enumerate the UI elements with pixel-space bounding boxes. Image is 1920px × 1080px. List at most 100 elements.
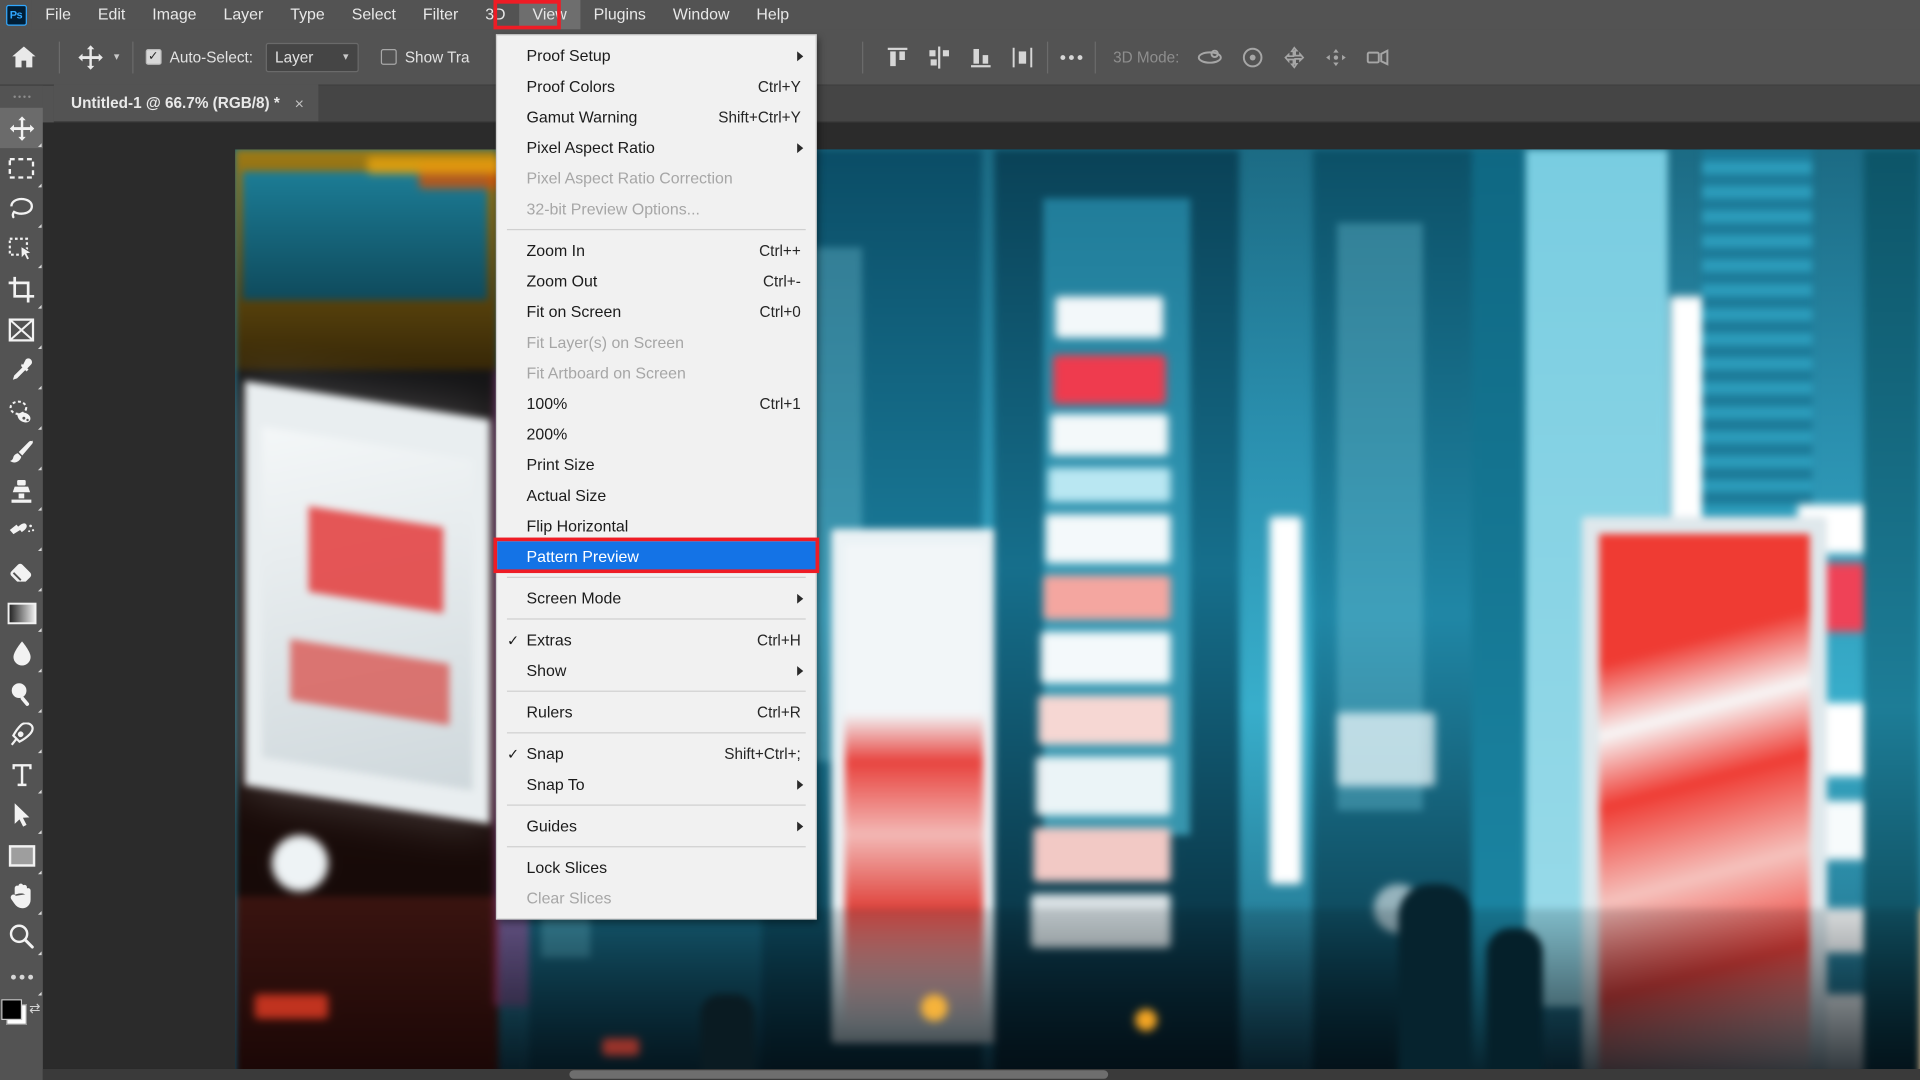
menu-item-shortcut: Shift+Ctrl+;	[724, 745, 801, 763]
type-tool[interactable]	[0, 754, 43, 794]
path-selection-tool[interactable]	[0, 795, 43, 835]
align-top-edges-icon[interactable]	[885, 45, 909, 69]
menu-edit[interactable]: Edit	[84, 0, 138, 29]
menu-item-proof-colors[interactable]: Proof Colors Ctrl+Y	[497, 71, 815, 102]
horizontal-scrollbar-thumb[interactable]	[569, 1070, 1109, 1079]
swap-colors-icon[interactable]: ⇄	[29, 1000, 40, 1017]
toolbar-drag-handle[interactable]	[0, 86, 43, 108]
slide-3d-icon[interactable]	[1324, 46, 1348, 68]
menu-item-guides[interactable]: Guides	[497, 811, 815, 842]
menu-3d[interactable]: 3D	[472, 0, 519, 29]
document-tab[interactable]: Untitled-1 @ 66.7% (RGB/8) * ×	[53, 84, 319, 122]
blur-tool[interactable]	[0, 633, 43, 673]
menu-item-lock-slices[interactable]: Lock Slices	[497, 852, 815, 883]
menu-item-snap[interactable]: ✓ Snap Shift+Ctrl+;	[497, 738, 815, 769]
menu-type[interactable]: Type	[277, 0, 338, 29]
menu-item-pixel-aspect-ratio[interactable]: Pixel Aspect Ratio	[497, 132, 815, 163]
edit-toolbar-tool[interactable]	[0, 956, 43, 996]
rectangular-marquee-tool[interactable]	[0, 148, 43, 188]
menu-help[interactable]: Help	[743, 0, 803, 29]
dodge-tool[interactable]	[0, 673, 43, 713]
align-bottom-edges-icon[interactable]	[969, 45, 993, 69]
menu-item-label: Pixel Aspect Ratio Correction	[526, 168, 733, 188]
menu-image[interactable]: Image	[139, 0, 210, 29]
menu-item-pattern-preview[interactable]: Pattern Preview	[497, 541, 816, 572]
clone-stamp-tool[interactable]	[0, 471, 43, 511]
menu-window[interactable]: Window	[659, 0, 743, 29]
document-canvas[interactable]	[235, 149, 1920, 1080]
menu-plugins[interactable]: Plugins	[580, 0, 659, 29]
menu-item-label: 100%	[526, 394, 568, 413]
brush-tool[interactable]	[0, 431, 43, 471]
menu-item-shortcut: Ctrl+0	[759, 303, 801, 321]
close-icon[interactable]: ×	[295, 95, 304, 111]
home-icon[interactable]	[0, 45, 47, 68]
menu-item-screen-mode[interactable]: Screen Mode	[497, 583, 815, 614]
menu-item-label: Show	[526, 661, 567, 680]
eraser-tool[interactable]	[0, 552, 43, 592]
menu-item-label: Flip Horizontal	[526, 516, 629, 536]
lasso-tool[interactable]	[0, 189, 43, 229]
foreground-color-swatch[interactable]	[1, 999, 23, 1021]
menu-item-gamut-warning[interactable]: Gamut Warning Shift+Ctrl+Y	[497, 102, 815, 133]
pan-3d-icon[interactable]	[1282, 45, 1306, 68]
color-swatches[interactable]: ⇄	[0, 997, 43, 1046]
options-bar: ▾ ✓ Auto-Select: Layer ▾ ✓ Show Tra 3D M…	[0, 29, 1920, 86]
menu-item-fit-on-screen[interactable]: Fit on Screen Ctrl+0	[497, 296, 815, 327]
menu-item-rulers[interactable]: Rulers Ctrl+R	[497, 697, 815, 728]
horizontal-scrollbar[interactable]	[42, 1068, 1920, 1080]
menu-layer[interactable]: Layer	[210, 0, 277, 29]
canvas-work-area[interactable]	[42, 122, 1920, 1080]
hand-tool[interactable]	[0, 876, 43, 916]
menu-item-flip-horizontal[interactable]: Flip Horizontal	[497, 511, 815, 542]
auto-select-checkbox[interactable]: ✓	[145, 48, 162, 65]
menu-item-fit-artboard-on-screen: Fit Artboard on Screen	[497, 358, 815, 389]
menu-item-label: Guides	[526, 816, 577, 836]
menu-item-proof-setup[interactable]: Proof Setup	[497, 40, 815, 71]
view-dropdown-menu[interactable]: Proof Setup Proof Colors Ctrl+Y Gamut Wa…	[493, 34, 820, 920]
submenu-arrow-icon	[797, 142, 804, 153]
rectangle-tool[interactable]	[0, 835, 43, 875]
menu-item-snap-to[interactable]: Snap To	[497, 769, 815, 800]
pen-tool[interactable]	[0, 714, 43, 754]
more-options-icon[interactable]	[1060, 54, 1083, 60]
menu-item-32-bit-preview-options: 32-bit Preview Options...	[497, 193, 815, 224]
menu-item-zoom-in[interactable]: Zoom In Ctrl++	[497, 235, 815, 266]
menu-item-label: Gamut Warning	[526, 107, 638, 127]
menu-item-show[interactable]: Show	[497, 655, 815, 686]
menu-item-actual-size[interactable]: Actual Size	[497, 480, 815, 511]
show-transform-checkbox[interactable]: ✓	[380, 48, 397, 65]
menu-item-100-percent[interactable]: 100% Ctrl+1	[497, 388, 815, 419]
move-tool-icon[interactable]	[72, 44, 109, 70]
distribute-icon[interactable]	[1010, 45, 1034, 69]
menu-item-print-size[interactable]: Print Size	[497, 449, 815, 480]
roll-3d-icon[interactable]	[1241, 46, 1265, 68]
menu-file[interactable]: File	[32, 0, 85, 29]
frame-tool[interactable]	[0, 310, 43, 350]
menu-view[interactable]: View	[519, 0, 581, 30]
zoom-tool[interactable]	[0, 916, 43, 956]
align-vertical-centers-icon[interactable]	[927, 45, 951, 69]
chevron-down-icon: ▾	[342, 50, 349, 63]
menu-item-label: Proof Setup	[526, 46, 611, 65]
gradient-tool[interactable]	[0, 593, 43, 633]
orbit-3d-icon[interactable]	[1197, 46, 1224, 68]
tool-preset-chevron-icon[interactable]: ▾	[114, 50, 120, 63]
menu-item-zoom-out[interactable]: Zoom Out Ctrl+-	[497, 266, 815, 297]
menu-separator	[506, 618, 806, 620]
zoom-3d-icon[interactable]	[1366, 46, 1393, 68]
menu-item-200-percent[interactable]: 200%	[497, 419, 815, 450]
layer-select-value: Layer	[275, 48, 314, 66]
logo-text: Ps	[5, 4, 27, 26]
menu-item-label: Pattern Preview	[526, 547, 639, 566]
menu-select[interactable]: Select	[338, 0, 409, 29]
move-tool[interactable]	[0, 107, 43, 149]
menu-filter[interactable]: Filter	[409, 0, 471, 29]
object-selection-tool[interactable]	[0, 229, 43, 269]
eyedropper-tool[interactable]	[0, 350, 43, 390]
crop-tool[interactable]	[0, 269, 43, 309]
spot-healing-brush-tool[interactable]	[0, 391, 43, 431]
layer-select-dropdown[interactable]: Layer ▾	[265, 42, 359, 72]
history-brush-tool[interactable]	[0, 512, 43, 552]
menu-item-extras[interactable]: ✓ Extras Ctrl+H	[497, 624, 815, 655]
